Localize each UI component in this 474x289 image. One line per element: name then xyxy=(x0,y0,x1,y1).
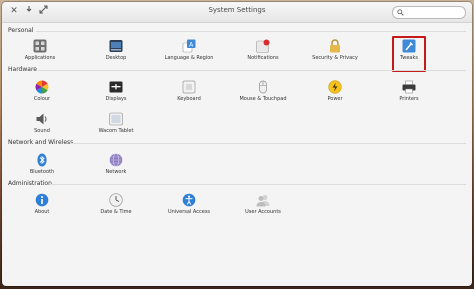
section-divider xyxy=(70,143,466,144)
settings-item-colour[interactable]: Colour xyxy=(7,80,77,110)
colour-wheel-icon xyxy=(35,80,49,94)
keyboard-icon xyxy=(182,80,196,94)
settings-item-security-privacy[interactable]: Security & Privacy xyxy=(300,39,370,69)
system-settings-window: ✕ System Settings Personal Applications xyxy=(2,2,472,286)
section-divider xyxy=(38,70,466,71)
item-label: Wacom Tablet xyxy=(98,128,134,134)
bluetooth-icon xyxy=(37,153,47,167)
language-icon: A xyxy=(182,39,196,53)
section-divider xyxy=(36,31,466,32)
section-title-network-wireless: Network and Wireless xyxy=(8,139,74,146)
notifications-icon xyxy=(256,39,270,53)
settings-item-printers[interactable]: Printers xyxy=(374,80,444,110)
tweaks-icon xyxy=(402,39,416,53)
settings-item-keyboard[interactable]: Keyboard xyxy=(154,80,224,110)
item-label: Keyboard xyxy=(177,96,201,102)
item-label: Applications xyxy=(24,55,56,61)
mouse-icon xyxy=(259,80,267,94)
item-label: Security & Privacy xyxy=(312,55,358,61)
settings-item-desktop[interactable]: Desktop xyxy=(81,39,151,69)
item-label: Universal Access xyxy=(167,209,211,215)
item-label: Language & Region xyxy=(164,55,214,61)
settings-item-user-accounts[interactable]: User Accounts xyxy=(228,193,298,223)
tablet-icon xyxy=(109,112,123,126)
settings-item-bluetooth[interactable]: Bluetooth xyxy=(7,153,77,183)
info-icon xyxy=(35,193,49,207)
settings-item-about[interactable]: About xyxy=(7,193,77,223)
power-icon xyxy=(328,80,342,94)
titlebar: ✕ System Settings xyxy=(2,2,472,23)
section-divider xyxy=(50,184,466,185)
settings-item-date-time[interactable]: Date & Time xyxy=(81,193,151,223)
section-title-administration: Administration xyxy=(8,180,52,187)
item-label: Bluetooth xyxy=(29,169,55,175)
item-label: Date & Time xyxy=(100,209,132,215)
settings-item-mouse-touchpad[interactable]: Mouse & Touchpad xyxy=(228,80,298,110)
section-title-personal: Personal xyxy=(8,27,34,34)
search-input[interactable] xyxy=(406,7,460,18)
clock-icon xyxy=(109,193,123,207)
settings-item-displays[interactable]: Displays xyxy=(81,80,151,110)
settings-item-power[interactable]: Power xyxy=(300,80,370,110)
item-label: Colour xyxy=(33,96,51,102)
section-title-hardware: Hardware xyxy=(8,66,37,73)
item-label: Sound xyxy=(34,128,50,134)
settings-item-tweaks[interactable]: Tweaks xyxy=(374,39,444,69)
desktop-icon xyxy=(109,40,123,52)
settings-item-wacom-tablet[interactable]: Wacom Tablet xyxy=(81,112,151,142)
network-globe-icon xyxy=(109,153,123,167)
item-label: Network xyxy=(105,169,127,175)
settings-item-applications[interactable]: Applications xyxy=(5,39,75,69)
item-label: Tweaks xyxy=(400,55,418,61)
item-label: Mouse & Touchpad xyxy=(239,96,287,102)
lock-icon xyxy=(330,39,340,53)
settings-item-language-region[interactable]: A Language & Region xyxy=(154,39,224,69)
item-label: Power xyxy=(327,96,343,102)
settings-item-notifications[interactable]: Notifications xyxy=(228,39,298,69)
item-label: About xyxy=(34,209,50,215)
item-label: User Accounts xyxy=(245,209,281,215)
search-icon xyxy=(397,8,404,16)
users-icon xyxy=(256,195,270,207)
displays-icon xyxy=(109,81,123,93)
accessibility-icon xyxy=(182,193,196,207)
speaker-icon xyxy=(36,113,47,125)
settings-item-universal-access[interactable]: Universal Access xyxy=(154,193,224,223)
search-field[interactable] xyxy=(392,6,466,19)
item-label: Printers xyxy=(399,96,419,102)
applications-icon xyxy=(33,39,47,53)
settings-item-network[interactable]: Network xyxy=(81,153,151,183)
item-label: Displays xyxy=(105,96,127,102)
settings-item-sound[interactable]: Sound xyxy=(7,112,77,142)
item-label: Desktop xyxy=(105,55,127,61)
printer-icon xyxy=(402,80,416,94)
item-label: Notifications xyxy=(247,55,279,61)
